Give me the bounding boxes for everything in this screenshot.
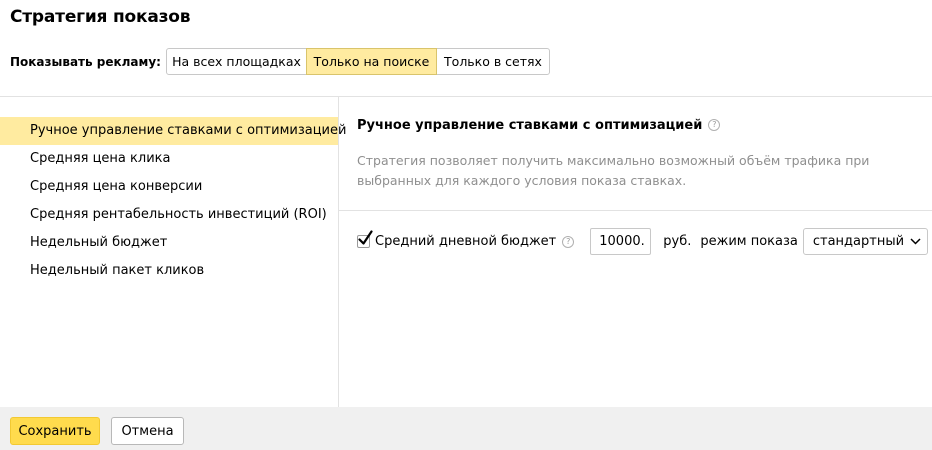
strategy-item-weekly-budget[interactable]: Недельный бюджет xyxy=(0,229,338,257)
daily-budget-row: Средний дневной бюджет ? руб. режим пока… xyxy=(357,228,929,255)
save-button[interactable]: Сохранить xyxy=(10,417,100,445)
show-ads-label: Показывать рекламу: xyxy=(10,54,161,69)
display-mode-value: стандартный xyxy=(812,234,905,249)
daily-budget-label[interactable]: Средний дневной бюджет xyxy=(375,234,556,249)
strategy-item-roi[interactable]: Средняя рентабельность инвестиций (ROI) xyxy=(0,201,338,229)
detail-divider xyxy=(339,210,932,211)
strategy-item-weekly-clicks[interactable]: Недельный пакет кликов xyxy=(0,257,338,285)
strategy-detail: Ручное управление ставками с оптимизацие… xyxy=(357,115,932,135)
page-title: Стратегия показов xyxy=(10,7,191,27)
show-ads-option-search[interactable]: Только на поиске xyxy=(306,48,437,75)
strategy-description: Стратегия позволяет получить максимально… xyxy=(357,153,870,188)
strategy-item-manual-optimized[interactable]: Ручное управление ставками с оптимизацие… xyxy=(0,117,346,145)
strategy-detail-title-text: Ручное управление ставками с оптимизацие… xyxy=(357,117,703,133)
show-ads-option-networks[interactable]: Только в сетях xyxy=(436,48,550,75)
strategy-item-avg-cpa[interactable]: Средняя цена конверсии xyxy=(0,173,338,201)
cancel-button[interactable]: Отмена xyxy=(111,417,184,445)
show-ads-option-all[interactable]: На всех площадках xyxy=(166,48,307,75)
daily-budget-input[interactable] xyxy=(590,228,652,255)
show-ads-row: Показывать рекламу: На всех площадках То… xyxy=(10,48,550,75)
top-divider xyxy=(0,96,932,97)
chevron-down-icon xyxy=(910,238,921,245)
strategy-item-avg-cpc[interactable]: Средняя цена клика xyxy=(0,145,338,173)
show-ads-segmented-control: На всех площадках Только на поиске Тольк… xyxy=(166,48,550,75)
strategy-list: Ручное управление ставками с оптимизацие… xyxy=(0,117,346,285)
footer-bar: Сохранить Отмена xyxy=(0,407,932,450)
daily-budget-checkbox[interactable] xyxy=(357,230,373,248)
budget-help-icon[interactable]: ? xyxy=(562,235,575,248)
help-icon[interactable]: ? xyxy=(708,119,721,131)
display-mode-select[interactable]: стандартный xyxy=(802,228,929,255)
checkmark-icon xyxy=(358,230,373,245)
display-mode-label: режим показа xyxy=(700,234,798,249)
currency-label: руб. xyxy=(663,234,692,249)
strategy-detail-title: Ручное управление ставками с оптимизацие… xyxy=(357,115,932,135)
